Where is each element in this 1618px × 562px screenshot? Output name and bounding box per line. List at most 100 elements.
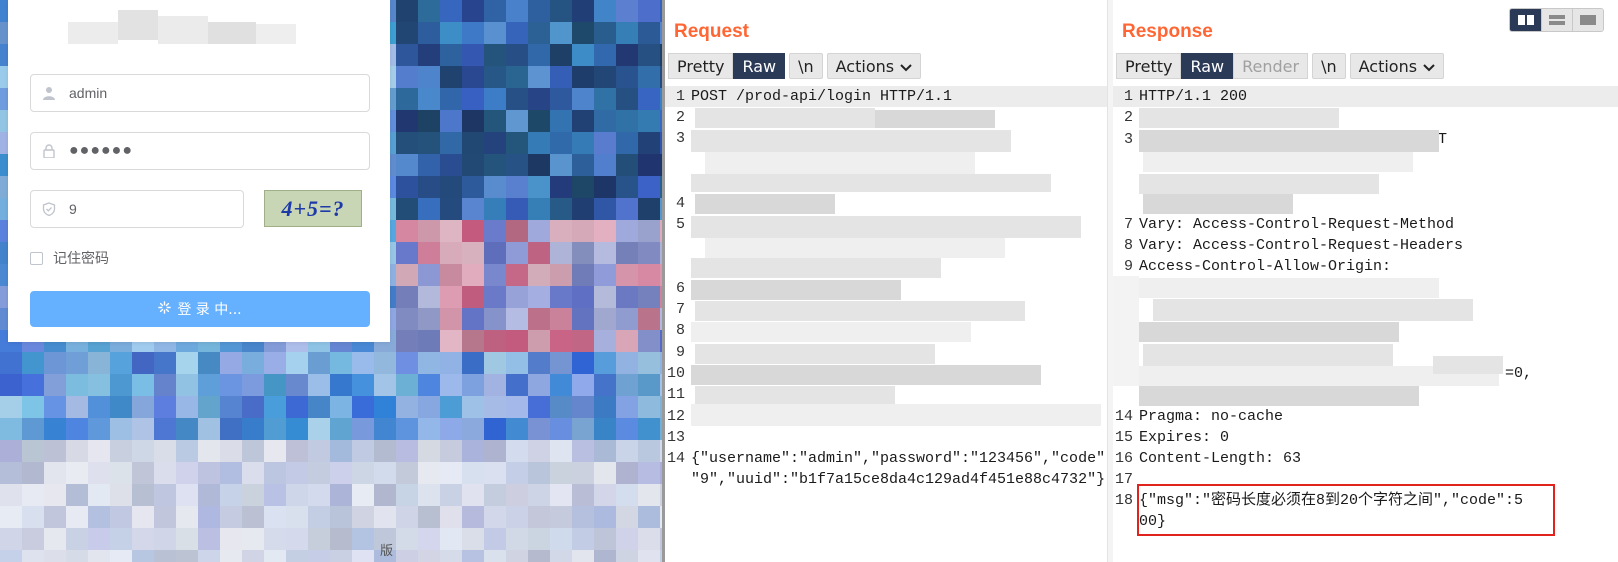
background-tile (572, 66, 595, 89)
background-tile (440, 352, 463, 375)
background-tile (550, 132, 573, 155)
background-tile (616, 88, 639, 111)
background-tile (572, 462, 595, 485)
background-tile (616, 154, 639, 177)
background-tile (264, 418, 287, 441)
background-tile (484, 286, 507, 309)
background-tile (374, 506, 397, 529)
background-tile (506, 374, 529, 397)
background-tile (220, 352, 243, 375)
background-tile (440, 462, 463, 485)
background-tile (462, 88, 485, 111)
background-tile (506, 308, 529, 331)
request-pretty-tab[interactable]: Pretty (668, 53, 734, 79)
background-tile (638, 220, 661, 243)
background-tile (616, 550, 639, 562)
background-tile (506, 440, 529, 463)
background-tile (484, 264, 507, 287)
background-tile (638, 198, 661, 221)
background-tile (550, 44, 573, 67)
background-tile (308, 352, 331, 375)
background-tile (550, 418, 573, 441)
background-tile (374, 418, 397, 441)
background-tile (220, 506, 243, 529)
background-tile (154, 418, 177, 441)
background-tile (88, 396, 111, 419)
background-tile (550, 440, 573, 463)
layout-split-icon[interactable] (1510, 9, 1541, 31)
background-tile (330, 374, 353, 397)
background-tile (462, 484, 485, 507)
background-tile (638, 242, 661, 265)
password-field[interactable]: ●●●●●● (30, 132, 370, 170)
background-tile (484, 0, 507, 23)
background-tile (132, 396, 155, 419)
background-tile (110, 528, 133, 551)
background-tile (330, 528, 353, 551)
background-tile (352, 374, 375, 397)
layout-single-icon[interactable] (1572, 9, 1603, 31)
layout-rows-icon[interactable] (1541, 9, 1572, 31)
background-tile (242, 528, 265, 551)
background-tile (594, 220, 617, 243)
background-tile (396, 132, 419, 155)
background-tile (396, 396, 419, 419)
background-tile (594, 242, 617, 265)
response-render-tab[interactable]: Render (1233, 53, 1309, 79)
background-tile (594, 418, 617, 441)
background-tile (506, 176, 529, 199)
login-button[interactable]: 登 录 中... (30, 291, 370, 327)
shield-icon (41, 201, 57, 217)
background-tile (528, 154, 551, 177)
background-tile (616, 176, 639, 199)
background-tile (484, 176, 507, 199)
response-raw-tab[interactable]: Raw (1181, 53, 1234, 79)
background-tile (638, 352, 661, 375)
captcha-image[interactable]: 4+5=? (264, 190, 362, 227)
background-tile (462, 352, 485, 375)
background-tile (0, 396, 23, 419)
background-tile (528, 308, 551, 331)
background-tile (528, 220, 551, 243)
response-editor[interactable]: 1HTTP/1.1 200 2 3GMT 7Vary: Access-Contr… (1113, 86, 1618, 562)
background-tile (550, 330, 573, 353)
background-tile (616, 198, 639, 221)
background-tile (594, 308, 617, 331)
background-tile (0, 484, 23, 507)
background-tile (396, 66, 419, 89)
response-pretty-tab[interactable]: Pretty (1116, 53, 1182, 79)
background-tile (418, 484, 441, 507)
background-tile (154, 352, 177, 375)
background-tile (176, 462, 199, 485)
background-tile (66, 550, 89, 562)
background-tile (462, 44, 485, 67)
background-tile (616, 66, 639, 89)
request-raw-tab[interactable]: Raw (733, 53, 786, 79)
captcha-input[interactable]: 9 (30, 190, 244, 228)
background-tile (462, 286, 485, 309)
background-tile (396, 462, 419, 485)
remember-password[interactable]: 记住密码 (30, 248, 109, 268)
chevron-down-icon (900, 57, 912, 76)
background-tile (528, 462, 551, 485)
background-tile (484, 132, 507, 155)
background-tile (396, 176, 419, 199)
background-tile (594, 330, 617, 353)
background-tile (638, 110, 661, 133)
background-tile (462, 462, 485, 485)
username-field[interactable]: admin (30, 74, 370, 112)
request-editor[interactable]: 1 POST /prod-api/login HTTP/1.1 2 3 4 5 6… (665, 86, 1107, 562)
background-tile (572, 330, 595, 353)
response-actions-button[interactable]: Actions (1349, 53, 1445, 79)
request-newline-toggle[interactable]: \n (789, 53, 823, 79)
background-tile (528, 528, 551, 551)
background-tile (352, 418, 375, 441)
response-newline-toggle[interactable]: \n (1312, 53, 1346, 79)
request-actions-button[interactable]: Actions (826, 53, 922, 79)
background-tile (528, 66, 551, 89)
captcha-image-text: 4+5=? (281, 195, 345, 221)
response-line: 9 Access-Control-Allow-Origin: (1123, 258, 1392, 275)
background-tile (66, 528, 89, 551)
background-tile (264, 396, 287, 419)
remember-checkbox[interactable] (30, 251, 43, 265)
